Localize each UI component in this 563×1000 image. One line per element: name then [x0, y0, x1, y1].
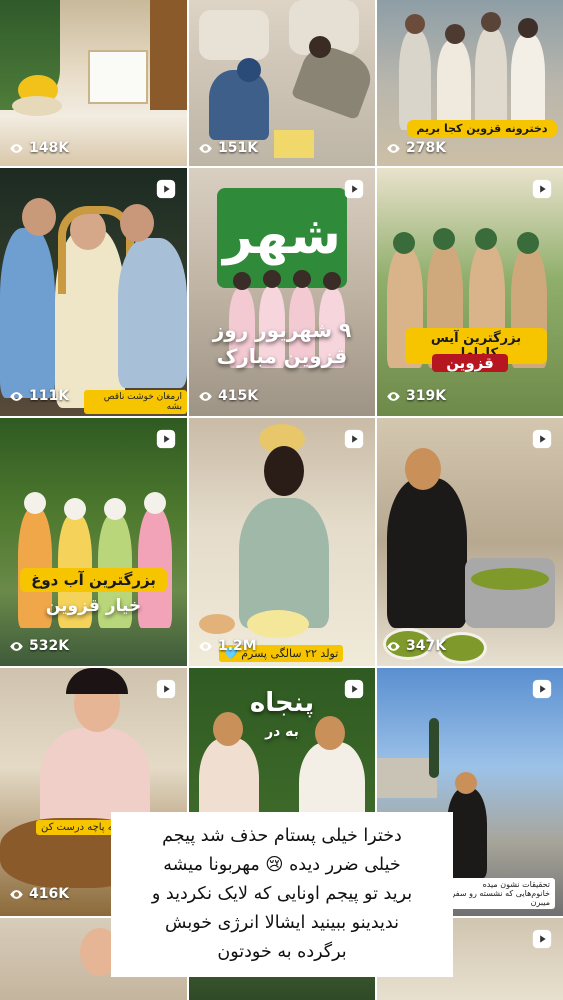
reel-tile-8[interactable]: تولد ۲۲ سالگی پسرم 🩵 1.2M [189, 418, 375, 666]
reel-tile-3[interactable]: دخترونه قزوین کجا بریم 278K [377, 0, 563, 166]
view-count-text: 319K [406, 388, 447, 404]
view-count: 151K [198, 140, 258, 156]
reel-tile-5[interactable]: شهر ۹ شهریور روز قزوین مبارک 415K [189, 168, 375, 416]
reel-caption-line2: قزوین مبارک [216, 344, 348, 368]
reel-tile-7[interactable]: بزرگترین آب دوغ خیار قزوین 532K [0, 418, 187, 666]
reel-icon [344, 679, 364, 699]
eye-icon [387, 391, 400, 401]
announcement-line: خیلی ضرر دیده 😢 مهربونا میشه [163, 855, 401, 875]
eye-icon [199, 391, 212, 401]
reel-icon [156, 179, 176, 199]
reel-icon [344, 179, 364, 199]
view-count-text: 111K [29, 388, 70, 404]
reel-caption: ارمغان خوشت ناقص بشه [84, 390, 187, 414]
view-count: 1.2M [198, 638, 257, 654]
view-count: 278K [386, 140, 446, 156]
view-count: 347K [386, 638, 446, 654]
reel-tile-2[interactable]: 151K [189, 0, 375, 166]
reel-caption-line2: قزوین [432, 354, 508, 372]
reel-icon [532, 429, 552, 449]
reel-tile-4[interactable]: ارمغان خوشت ناقص بشه 111K [0, 168, 187, 416]
eye-icon [387, 641, 400, 651]
view-count-text: 415K [218, 388, 259, 404]
reel-caption-line1: بزرگترین آب دوغ [20, 568, 167, 592]
view-count-text: 151K [218, 140, 259, 156]
view-count-text: 1.2M [218, 638, 257, 654]
view-count: 319K [386, 388, 446, 404]
announcement-text-box: دخترا خیلی پستام حذف شد پیجم خیلی ضرر دی… [111, 812, 453, 977]
reel-caption-line2: خیار قزوین [45, 596, 142, 616]
view-count-text: 416K [29, 886, 70, 902]
reel-tile-1[interactable]: 148K [0, 0, 187, 166]
announcement-line: دخترا خیلی پستام حذف شد پیجم [162, 826, 402, 846]
reel-icon [156, 679, 176, 699]
reel-caption-line2: به در [265, 724, 299, 740]
reel-icon [532, 179, 552, 199]
view-count-text: 148K [29, 140, 70, 156]
eye-icon [387, 143, 400, 153]
view-count: 415K [198, 388, 258, 404]
view-count: 416K [9, 886, 69, 902]
eye-icon [10, 641, 23, 651]
reel-caption: دخترونه قزوین کجا بریم [407, 120, 557, 137]
eye-icon [10, 391, 23, 401]
view-count-text: 532K [29, 638, 70, 654]
announcement-line: برید تو پیجم اونایی که لایک نکردید و [151, 884, 413, 904]
eye-icon [199, 143, 212, 153]
eye-icon [10, 889, 23, 899]
view-count-text: 347K [406, 638, 447, 654]
reel-caption-line1: پنجاه [249, 688, 315, 718]
eye-icon [10, 143, 23, 153]
view-count-text: 278K [406, 140, 447, 156]
reel-icon [344, 429, 364, 449]
view-count: 111K [9, 388, 69, 404]
reel-icon [532, 679, 552, 699]
reel-caption-line1: ۹ شهریور روز [212, 318, 352, 342]
announcement-line: برگرده به خودتون [217, 942, 347, 962]
reel-tile-6[interactable]: بزرگترین آیس کارامل قزوین 319K [377, 168, 563, 416]
view-count: 148K [9, 140, 69, 156]
announcement-line: ندیدینو ببینید ایشالا انرژی خوبش [165, 913, 399, 933]
eye-icon [199, 641, 212, 651]
reel-caption: تحقیقات نشون میده خانوم‌هایی که نشسته رو… [445, 878, 555, 909]
reel-icon [532, 929, 552, 949]
reel-icon [156, 429, 176, 449]
view-count: 532K [9, 638, 69, 654]
reel-tile-9[interactable]: 347K [377, 418, 563, 666]
